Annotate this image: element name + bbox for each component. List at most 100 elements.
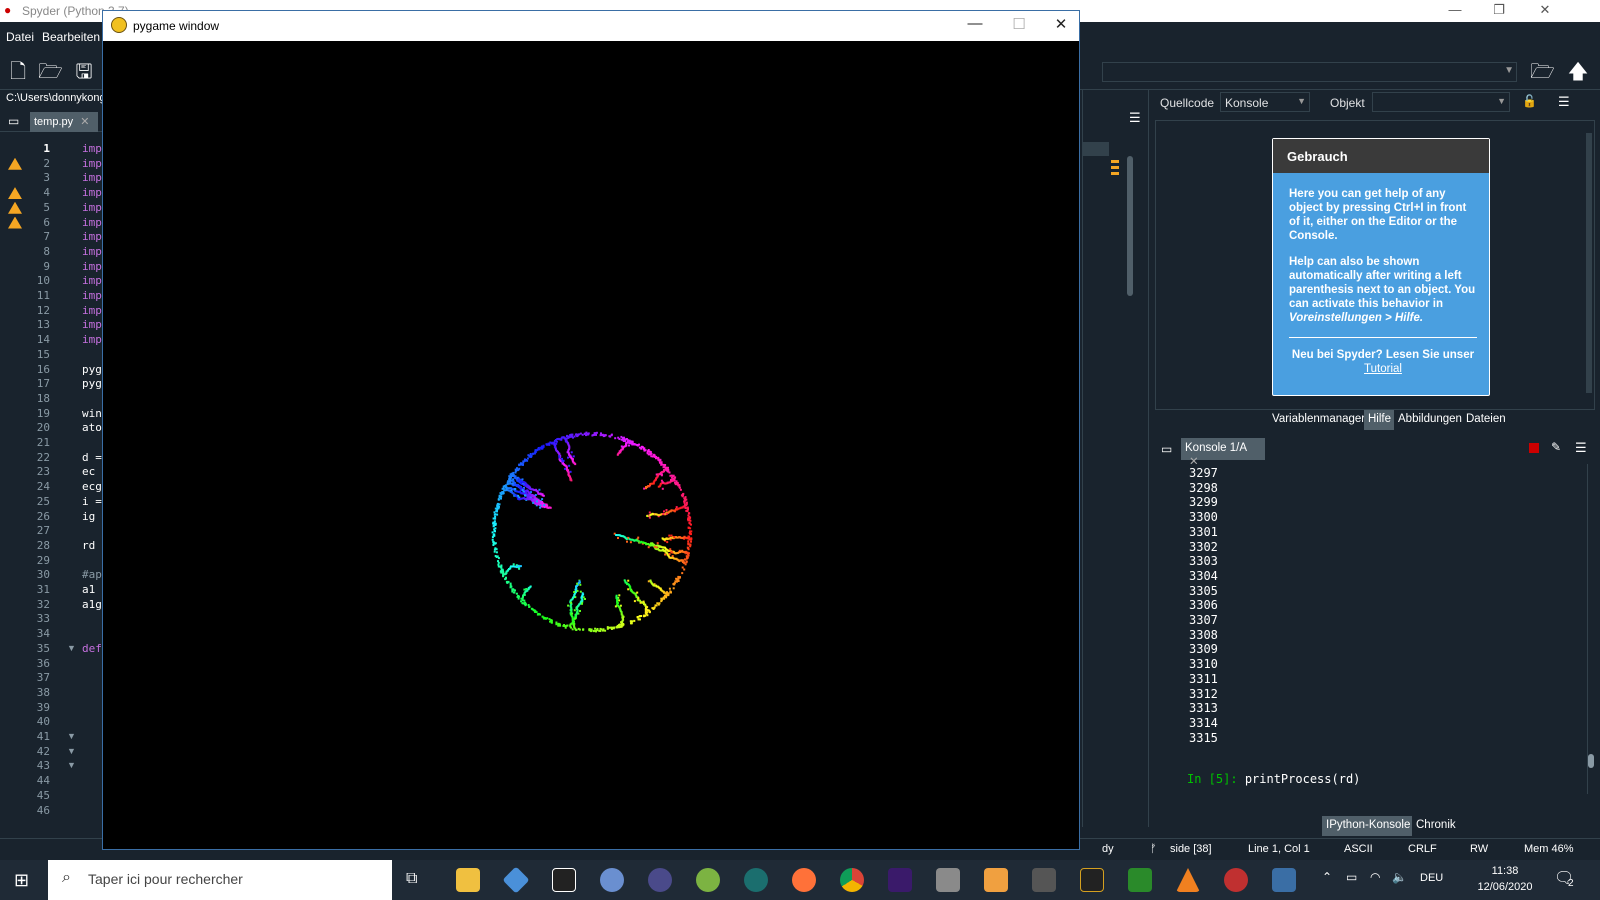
code-line[interactable]: ig <box>82 510 95 523</box>
scrollbar-handle[interactable] <box>1588 754 1594 768</box>
terminal-icon[interactable] <box>552 868 576 892</box>
tab-ipython-konsole[interactable]: IPython-Konsole <box>1322 816 1415 836</box>
tab-variablenmanager[interactable]: Variablenmanager <box>1268 410 1370 430</box>
scrollbar[interactable] <box>1586 133 1592 393</box>
pane-menu-icon[interactable]: ☰ <box>1575 440 1587 456</box>
pygame-title-bar[interactable]: pygame window — ☐ ✕ <box>103 11 1079 41</box>
code-line[interactable]: #ap <box>82 568 102 581</box>
menu-datei[interactable]: Datei <box>6 30 34 44</box>
code-line[interactable]: pyg <box>82 377 102 390</box>
code-line[interactable]: d = <box>82 451 102 464</box>
python-icon[interactable] <box>1272 868 1296 892</box>
git-extensions-icon[interactable] <box>502 866 530 894</box>
browse-folder-icon[interactable]: 🗁 <box>1530 60 1555 84</box>
restore-icon[interactable]: ❐ <box>1484 2 1514 18</box>
open-folder-icon[interactable]: 🗁 <box>38 60 63 84</box>
code-editor[interactable]: 1 imp 2 imp 3 imp 4 imp 5 imp 6 imp 7 imp 8 imp 9 imp 10 im… <box>0 137 105 827</box>
fold-arrow-icon[interactable]: ▼ <box>67 731 76 741</box>
fold-arrow-icon[interactable]: ▼ <box>67 760 76 770</box>
input-language[interactable]: DEU <box>1420 872 1443 884</box>
warning-icon[interactable] <box>8 187 22 200</box>
minimize-icon[interactable]: — <box>1440 2 1470 17</box>
code-line[interactable]: imp <box>82 289 102 302</box>
code-line[interactable]: imp <box>82 318 102 331</box>
tab-hilfe[interactable]: Hilfe <box>1364 410 1396 430</box>
code-line[interactable]: imp <box>82 333 102 346</box>
code-line[interactable]: imp <box>82 157 102 170</box>
pane-menu-icon[interactable]: ☰ <box>1129 110 1141 126</box>
object-combo[interactable]: ▼ <box>1372 92 1510 112</box>
code-line[interactable]: ecg <box>82 480 102 493</box>
live-app-icon[interactable] <box>984 868 1008 892</box>
texmaker-icon[interactable] <box>888 868 912 892</box>
battery-icon[interactable]: ▭ <box>1346 870 1357 884</box>
pane-menu-icon[interactable]: ☰ <box>1558 94 1570 110</box>
task-view-icon[interactable]: ⧉ <box>406 870 417 888</box>
code-line[interactable]: imp <box>82 201 102 214</box>
code-line[interactable]: rd <box>82 539 95 552</box>
fold-arrow-icon[interactable]: ▼ <box>67 746 76 756</box>
tab-dateien[interactable]: Dateien <box>1462 410 1510 430</box>
code-line[interactable]: imp <box>82 186 102 199</box>
warning-icon[interactable] <box>8 157 22 170</box>
anaconda-icon[interactable] <box>744 868 768 892</box>
map-app-icon[interactable] <box>1128 868 1152 892</box>
code-line[interactable]: def <box>82 642 102 655</box>
code-line[interactable]: a1 <box>82 583 95 596</box>
taskbar-clock[interactable]: 11:38 12/06/2020 <box>1470 863 1540 895</box>
parent-directory-icon[interactable]: 🡅 <box>1566 60 1590 84</box>
pygame-window[interactable]: pygame window — ☐ ✕ <box>102 10 1080 850</box>
code-line[interactable]: imp <box>82 216 102 229</box>
camera-icon[interactable] <box>936 868 960 892</box>
console-input-line[interactable]: In [5]: printProcess(rd) <box>1187 772 1360 786</box>
eclipse-icon[interactable] <box>648 868 672 892</box>
tab-chronik[interactable]: Chronik <box>1412 816 1460 836</box>
spider-app-icon[interactable] <box>1224 868 1248 892</box>
warning-icon[interactable] <box>8 216 22 229</box>
chevron-up-icon[interactable]: ⌃ <box>1322 870 1332 884</box>
tab-abbildungen[interactable]: Abbildungen <box>1394 410 1466 430</box>
chrome-icon[interactable] <box>840 868 864 892</box>
r-icon[interactable] <box>600 868 624 892</box>
close-tab-icon[interactable]: ✕ <box>80 116 89 128</box>
r-studio-icon[interactable] <box>1080 868 1104 892</box>
console-tab[interactable]: Konsole 1/A ✕ <box>1181 438 1265 468</box>
browse-tabs-icon[interactable]: ▭ <box>1161 442 1172 456</box>
code-line[interactable]: imp <box>82 171 102 184</box>
warning-icon[interactable] <box>8 201 22 214</box>
code-line[interactable]: win <box>82 407 102 420</box>
live-app-2-icon[interactable] <box>1032 868 1056 892</box>
code-line[interactable]: i = <box>82 495 102 508</box>
pygame-canvas[interactable] <box>103 41 1079 849</box>
volume-icon[interactable]: 🔈 <box>1392 870 1407 884</box>
source-combo[interactable]: Konsole ▼ <box>1220 92 1310 112</box>
vlc-icon[interactable] <box>1176 868 1200 892</box>
minimize-icon[interactable]: — <box>955 15 995 32</box>
code-line[interactable]: imp <box>82 304 102 317</box>
code-line[interactable]: ec <box>82 465 95 478</box>
working-directory-combo[interactable]: ▼ <box>1102 62 1517 82</box>
new-file-icon[interactable]: 🗋 <box>6 60 30 84</box>
code-line[interactable]: a1g <box>82 598 102 611</box>
save-icon[interactable]: 🖫 <box>72 60 96 84</box>
close-icon[interactable]: ✕ <box>1530 2 1560 18</box>
wifi-icon[interactable]: ◠ <box>1370 870 1380 884</box>
code-line[interactable]: imp <box>82 274 102 287</box>
windows-start-icon[interactable]: ⊞ <box>14 870 29 891</box>
browse-tabs-icon[interactable]: ▭ <box>8 114 19 128</box>
firefox-icon[interactable] <box>792 868 816 892</box>
code-line[interactable]: imp <box>82 230 102 243</box>
close-icon[interactable]: ✕ <box>1041 15 1081 33</box>
code-line[interactable]: ato <box>82 421 102 434</box>
lock-icon[interactable]: 🔓 <box>1522 94 1537 108</box>
code-line[interactable]: pyg <box>82 363 102 376</box>
tutorial-link[interactable]: Tutorial <box>1364 363 1402 375</box>
editor-tab-temp[interactable]: temp.py ✕ <box>30 112 98 132</box>
stop-icon[interactable] <box>1529 443 1539 453</box>
fold-arrow-icon[interactable]: ▼ <box>67 643 76 653</box>
code-line[interactable]: imp <box>82 245 102 258</box>
ipython-console[interactable]: 3297 3298 3299 3300 3301 3302 3303 3304 3305 3306… <box>1177 464 1595 809</box>
menu-bearbeiten[interactable]: Bearbeiten <box>42 30 100 44</box>
taskbar-search[interactable]: ⌕ Taper ici pour rechercher <box>48 860 392 900</box>
maximize-icon[interactable]: ☐ <box>999 15 1039 33</box>
